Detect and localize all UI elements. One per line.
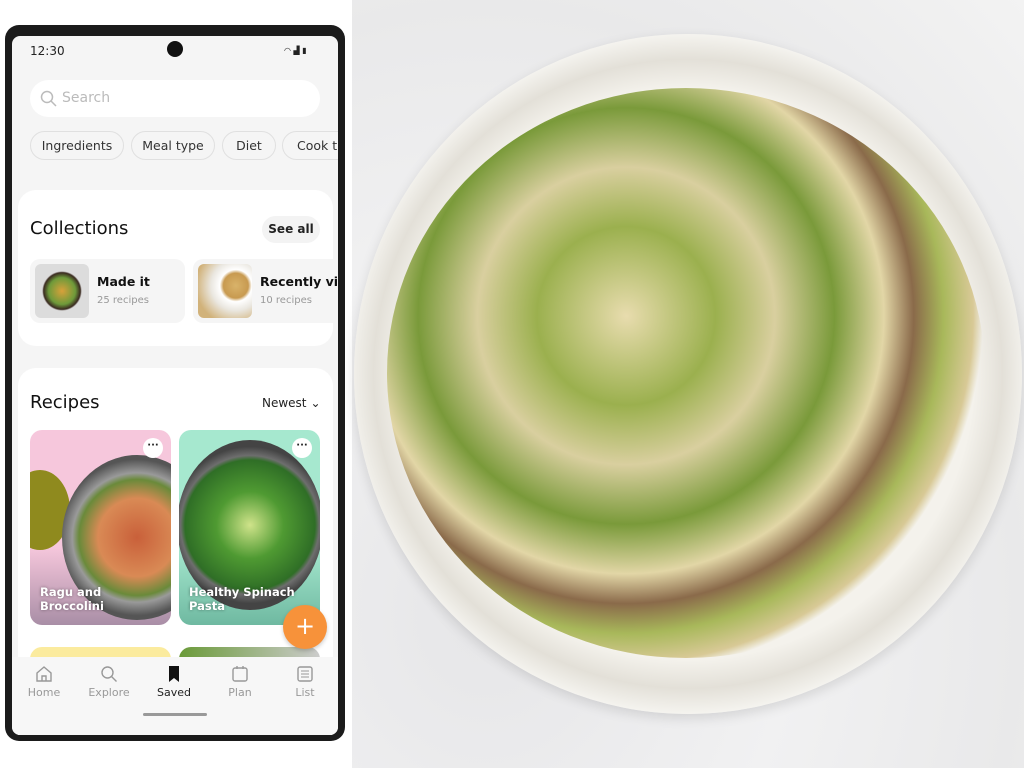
sort-label: Newest [262,396,307,410]
collections-section: Collections See all Made it 25 recipes R… [18,190,338,346]
add-recipe-button[interactable]: + [283,605,327,649]
sort-dropdown[interactable]: Newest ⌄ [262,396,321,410]
nav-label: Home [27,686,61,699]
collection-thumbnail [198,264,252,318]
nav-list[interactable]: List [275,665,335,699]
collections-title: Collections [30,218,129,239]
home-indicator [143,713,207,716]
nav-label: Plan [228,686,252,699]
more-options-icon[interactable]: ··· [143,438,163,458]
collection-thumbnail [35,264,89,318]
more-options-icon[interactable]: ··· [292,438,312,458]
see-all-button[interactable]: See all [262,216,320,243]
collection-count: 25 recipes [97,295,149,306]
filter-meal-type[interactable]: Meal type [131,131,215,160]
search-input[interactable]: Search [30,80,320,117]
home-icon [36,666,52,682]
status-time: 12:30 [30,44,65,58]
search-placeholder: Search [62,90,111,106]
recipe-name: Healthy Spinach Pasta [189,585,295,613]
phone-screen: 12:30 ◠ ▟ ▮ Search Ingredients Meal type… [12,36,338,735]
recipe-card[interactable]: ··· Ragu and Broccolini [30,430,171,625]
search-icon [101,666,117,682]
status-icons: ◠ ▟ ▮ [284,46,307,55]
filter-diet[interactable]: Diet [222,131,276,160]
nav-home[interactable]: Home [14,665,74,699]
nav-plan[interactable]: Plan [210,665,270,699]
list-icon [297,666,313,682]
nav-label: List [295,686,315,699]
bookmark-icon [169,666,179,682]
chevron-down-icon: ⌄ [310,396,321,410]
calendar-icon [232,666,248,682]
camera-cutout [167,41,183,57]
filter-cook-time[interactable]: Cook ti [282,131,338,160]
collection-name: Recently view [260,274,338,289]
collection-recently-viewed[interactable]: Recently view 10 recipes [193,259,338,323]
nav-label: Saved [157,686,191,699]
bottom-nav: Home Explore Saved Plan List [12,657,338,735]
collection-name: Made it [97,274,150,289]
orecchiette-pasta [387,88,985,658]
recipe-card[interactable]: ··· Healthy Spinach Pasta [179,430,320,625]
nav-saved[interactable]: Saved [144,665,204,699]
nav-label: Explore [88,686,130,699]
search-icon [40,90,57,107]
recipe-name: Ragu and Broccolini [40,585,104,613]
collection-count: 10 recipes [260,295,312,306]
filter-ingredients[interactable]: Ingredients [30,131,124,160]
recipes-title: Recipes [30,392,100,413]
nav-explore[interactable]: Explore [79,665,139,699]
collection-made-it[interactable]: Made it 25 recipes [30,259,185,323]
food-photo [352,0,1024,768]
